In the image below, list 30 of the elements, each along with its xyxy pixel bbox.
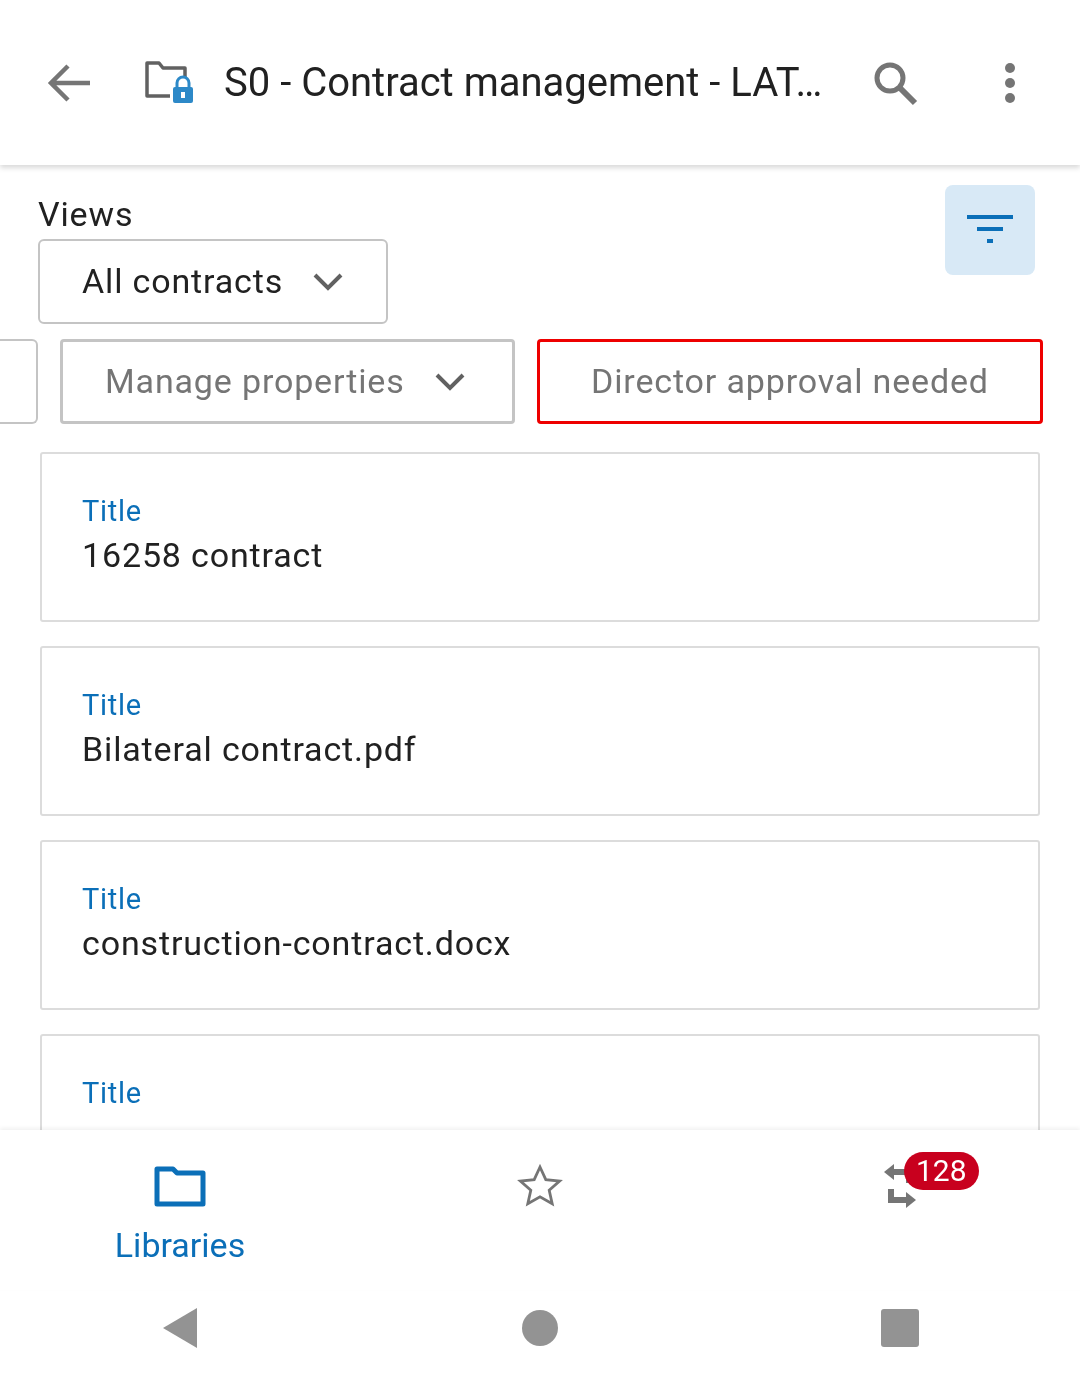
views-dropdown[interactable]: All contracts: [38, 239, 388, 324]
back-arrow-icon[interactable]: [46, 62, 92, 103]
views-label: Views: [38, 193, 135, 236]
document-card[interactable]: Title construction-contract.docx: [40, 840, 1040, 1010]
document-card[interactable]: Title Bilateral contract.pdf: [40, 646, 1040, 816]
filter-button[interactable]: [945, 185, 1035, 275]
document-card[interactable]: Title 16258 contract: [40, 452, 1040, 622]
back-triangle-icon[interactable]: [161, 1306, 199, 1350]
field-label: Title: [82, 1075, 143, 1112]
chevron-down-icon: [313, 272, 344, 291]
field-value: 16258 contract: [82, 534, 325, 577]
nav-tab[interactable]: 128: [720, 1130, 1080, 1290]
field-label: Title: [82, 881, 143, 918]
nav-tab[interactable]: Libraries: [0, 1130, 360, 1290]
filter-icon: [967, 215, 1013, 245]
folder-icon: [154, 1165, 206, 1207]
filter-chip[interactable]: Director approval needed: [537, 339, 1043, 424]
more-options-icon[interactable]: [1004, 61, 1017, 104]
nav-label: Libraries: [114, 1224, 246, 1267]
home-circle-icon[interactable]: [522, 1310, 558, 1346]
notification-badge: 128: [904, 1152, 979, 1190]
filter-chip[interactable]: [0, 339, 38, 424]
filter-chip[interactable]: Manage properties: [60, 339, 515, 424]
field-value: construction-contract.docx: [82, 922, 513, 965]
field-label: Title: [82, 493, 143, 530]
app-bar-title: S0 - Contract management - LAT…: [224, 57, 823, 108]
field-value: Bilateral contract.pdf: [82, 728, 418, 771]
field-label: Title: [82, 687, 143, 724]
chevron-down-icon: [434, 372, 465, 391]
locked-folder-icon: [144, 59, 196, 106]
